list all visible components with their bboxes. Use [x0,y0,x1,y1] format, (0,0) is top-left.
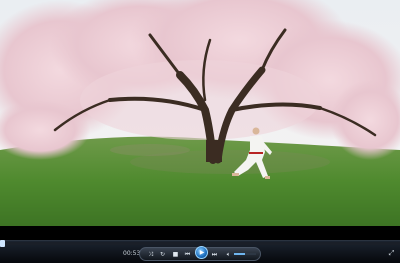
seek-bar[interactable] [0,240,400,247]
fullscreen-icon[interactable]: ⤢ [387,249,396,258]
video-scene [0,0,400,226]
video-frame[interactable] [0,0,400,226]
volume-slider[interactable] [234,253,256,255]
speaker-icon[interactable]: 🔈︎ [224,250,233,259]
next-icon[interactable]: ⏭ [210,250,219,259]
seek-bar-thumb[interactable] [0,240,5,247]
shuffle-icon[interactable]: ⤨ [146,250,155,259]
repeat-icon[interactable]: ↻ [158,250,167,259]
play-button[interactable]: ▶ [195,246,208,259]
volume-level [234,253,245,255]
play-icon: ▶ [199,249,205,256]
letterbox-bar [0,226,400,240]
stop-icon[interactable]: ■ [171,250,180,259]
cherry-blossom-canopy [0,0,400,160]
elapsed-time: 00:53 [123,250,141,257]
previous-icon[interactable]: ⏮ [183,250,192,259]
